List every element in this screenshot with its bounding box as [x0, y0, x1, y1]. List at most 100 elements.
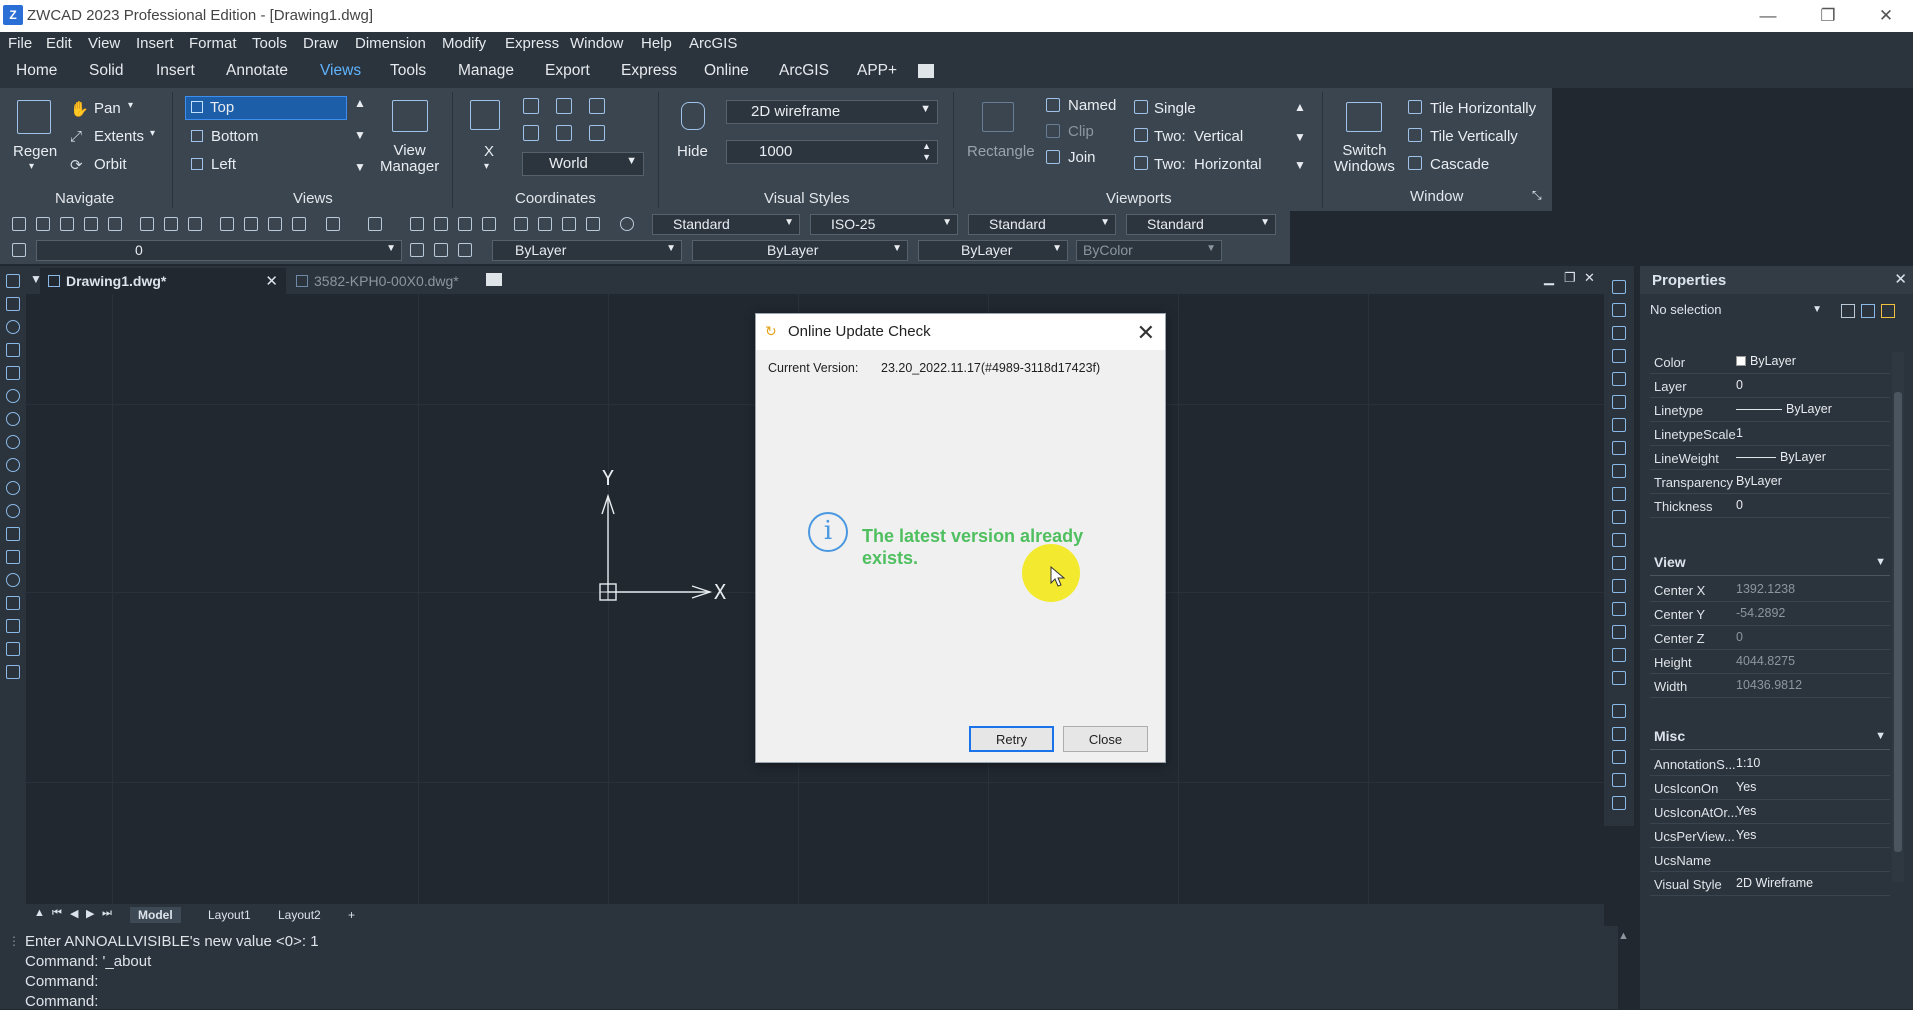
line-icon[interactable]: [6, 274, 20, 288]
menu-arcgis[interactable]: ArcGIS: [689, 35, 737, 52]
menu-window[interactable]: Window: [570, 35, 623, 52]
dialog-close-icon[interactable]: ✕: [1137, 320, 1155, 346]
tab-home[interactable]: Home: [16, 62, 57, 80]
single-viewport-button[interactable]: Single: [1154, 100, 1196, 117]
donut-icon[interactable]: [6, 412, 20, 426]
fillet-icon[interactable]: [1612, 602, 1626, 616]
freehand-icon[interactable]: [6, 458, 20, 472]
doc-tab-3582[interactable]: 3582-KPH0-00X0.dwg*: [288, 268, 506, 294]
layout-tab-layout1[interactable]: Layout1: [200, 907, 259, 923]
prop-row[interactable]: UcsIconAtOr... Yes: [1650, 800, 1890, 824]
rectangle-icon[interactable]: [6, 366, 20, 380]
prop-row[interactable]: UcsIconOn Yes: [1650, 776, 1890, 800]
prop-row[interactable]: Thickness 0: [1650, 494, 1890, 518]
zoom-previous-icon[interactable]: [482, 217, 496, 231]
draworder-text-icon[interactable]: [1612, 796, 1626, 810]
tab-arcgis[interactable]: ArcGIS: [779, 62, 829, 80]
command-scroll-up-icon[interactable]: ▲: [1618, 930, 1629, 942]
prop-row[interactable]: AnnotationS... 1:10: [1650, 752, 1890, 776]
extents-dropdown-icon[interactable]: ▾: [150, 128, 155, 139]
trim-icon[interactable]: [1612, 487, 1626, 501]
ucs-view-icon[interactable]: [589, 125, 605, 141]
switch-windows-button[interactable]: Switch Windows: [1334, 143, 1395, 175]
match-properties-icon[interactable]: [292, 217, 306, 231]
ucs-3point-icon[interactable]: [589, 98, 605, 114]
restore-button[interactable]: ❐: [1800, 0, 1856, 32]
view-item-left[interactable]: Left: [211, 156, 236, 173]
text-style-combo[interactable]: Standard ▼: [652, 214, 800, 235]
doc-tab-drawing1[interactable]: Drawing1.dwg* ✕: [40, 268, 286, 294]
mtext-icon[interactable]: [6, 665, 20, 679]
views-expand-icon[interactable]: ▼: [354, 160, 366, 174]
rectangle-viewport-button[interactable]: Rectangle: [967, 143, 1035, 160]
array-icon[interactable]: [1612, 372, 1626, 386]
views-scroll-down-icon[interactable]: ▼: [354, 128, 366, 142]
menu-tools[interactable]: Tools: [252, 35, 287, 52]
menu-view[interactable]: View: [88, 35, 120, 52]
prop-row[interactable]: Center Z 0: [1650, 626, 1890, 650]
tab-annotate[interactable]: Annotate: [226, 62, 288, 80]
prop-section-view[interactable]: View ▼: [1650, 554, 1890, 576]
layer-combo[interactable]: 0 ▼: [36, 240, 402, 261]
properties-scrollbar[interactable]: [1892, 352, 1904, 882]
draworder-above-icon[interactable]: [1612, 750, 1626, 764]
add-layout-button[interactable]: +: [340, 907, 363, 923]
edit-polyline-icon[interactable]: [1612, 671, 1626, 685]
prop-row[interactable]: UcsName: [1650, 848, 1890, 872]
view-item-top[interactable]: Top: [185, 96, 347, 120]
tile-vertically-button[interactable]: Tile Vertically: [1430, 128, 1518, 145]
tab-tools[interactable]: Tools: [390, 62, 426, 80]
chamfer-icon[interactable]: [1612, 579, 1626, 593]
view-manager-button[interactable]: View Manager: [380, 143, 439, 175]
arc-icon[interactable]: [6, 320, 20, 334]
ucs-combo[interactable]: World ▼: [522, 152, 644, 176]
views-scroll-up-icon[interactable]: ▲: [354, 96, 366, 110]
pan-button[interactable]: Pan: [94, 100, 121, 117]
revcloud-icon[interactable]: [6, 435, 20, 449]
toggle-pickadd-icon[interactable]: [1841, 304, 1855, 318]
tab-manage[interactable]: Manage: [458, 62, 514, 80]
ray-icon[interactable]: [6, 297, 20, 311]
cascade-button[interactable]: Cascade: [1430, 156, 1489, 173]
pan-realtime-icon[interactable]: [410, 217, 424, 231]
blend-icon[interactable]: [1612, 648, 1626, 662]
viewports-scroll-down-icon[interactable]: ▼: [1294, 130, 1306, 144]
regen-button[interactable]: Regen: [13, 143, 57, 160]
layer-states-icon[interactable]: [458, 243, 472, 257]
two-vertical-button[interactable]: Two: Vertical: [1154, 128, 1243, 145]
selection-combo[interactable]: No selection ▼: [1650, 302, 1822, 322]
named-viewport-button[interactable]: Named: [1068, 97, 1116, 114]
menu-format[interactable]: Format: [189, 35, 237, 52]
table-style-combo[interactable]: Standard ▼: [968, 214, 1116, 235]
quick-select-icon[interactable]: [1881, 304, 1895, 318]
tab-app-plus[interactable]: APP+: [857, 62, 897, 80]
save-icon[interactable]: [60, 217, 74, 231]
prop-row[interactable]: LineWeight ByLayer: [1650, 446, 1890, 470]
restore-drawing-icon[interactable]: ❐: [1564, 270, 1576, 286]
stretch-icon[interactable]: [1612, 464, 1626, 478]
zoom-window-icon[interactable]: [458, 217, 472, 231]
tab-insert[interactable]: Insert: [156, 62, 195, 80]
layer-manager-icon[interactable]: [12, 243, 26, 257]
point-icon[interactable]: [6, 573, 20, 587]
prop-row[interactable]: Center X 1392.1238: [1650, 578, 1890, 602]
redo-icon[interactable]: [368, 217, 382, 231]
ucs-face-icon[interactable]: [556, 125, 572, 141]
tab-views[interactable]: Views: [320, 62, 361, 80]
linetype-combo[interactable]: ByLayer ▼: [692, 240, 908, 261]
break-icon[interactable]: [1612, 533, 1626, 547]
viewports-scroll-up-icon[interactable]: ▲: [1294, 100, 1306, 114]
prop-row[interactable]: Visual Style 2D Wireframe: [1650, 872, 1890, 896]
regen-dropdown-icon[interactable]: ▾: [29, 161, 34, 172]
menu-dimension[interactable]: Dimension: [355, 35, 426, 52]
paste-icon[interactable]: [268, 217, 282, 231]
prev-layout-start-icon[interactable]: ⏮: [52, 907, 62, 920]
table-icon[interactable]: [6, 642, 20, 656]
retry-button[interactable]: Retry: [969, 726, 1054, 752]
help-icon[interactable]: [620, 217, 634, 231]
extents-button[interactable]: Extents: [94, 128, 144, 145]
ucs-origin-icon[interactable]: [523, 98, 539, 114]
prop-row[interactable]: Width 10436.9812: [1650, 674, 1890, 698]
open-icon[interactable]: [36, 217, 50, 231]
visual-style-combo[interactable]: 2D wireframe ▼: [726, 100, 938, 124]
